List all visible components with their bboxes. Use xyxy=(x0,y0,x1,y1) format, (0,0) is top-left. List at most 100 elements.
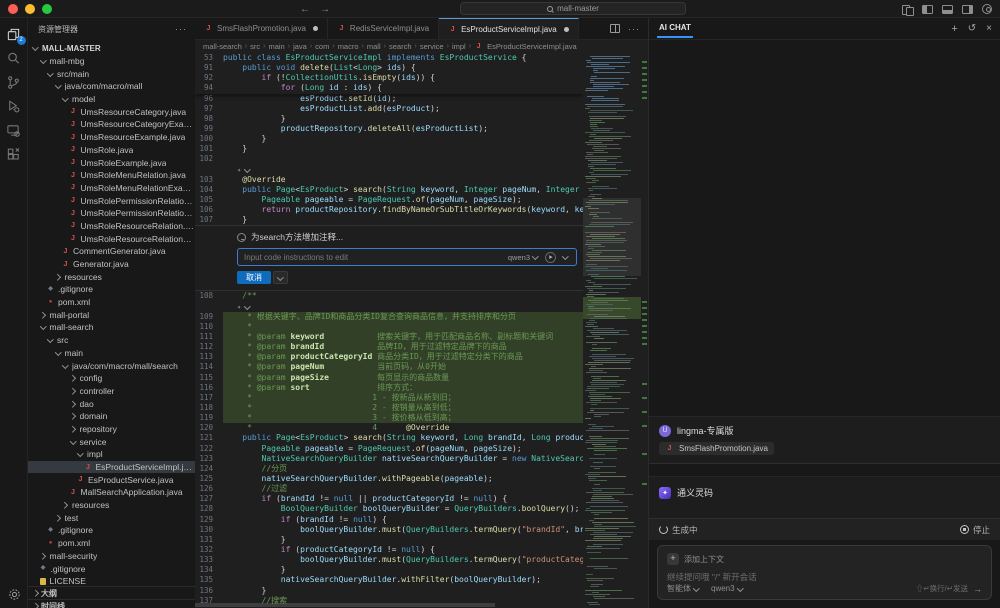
tree-item[interactable]: ◆.gitignore xyxy=(28,283,195,296)
chat-input-box[interactable]: + 添加上下文 继续提问哦 "/" 新开会话 智能体 qwen3 ⇧↵换行/↵发… xyxy=(657,545,992,600)
tree-item[interactable]: config xyxy=(28,372,195,385)
breadcrumb-item[interactable]: service xyxy=(420,42,444,51)
nav-forward-icon[interactable]: → xyxy=(320,4,330,15)
tree-item[interactable]: ◆.gitignore xyxy=(28,562,195,575)
editor-tab[interactable]: JSmsFlashPromotion.java xyxy=(195,18,328,39)
attached-file-chip[interactable]: J SmsFlashPromotion.java xyxy=(659,442,774,455)
tree-item[interactable]: java/com/macro/mall/search xyxy=(28,359,195,372)
breadcrumb-item[interactable]: macro xyxy=(338,42,359,51)
tree-item[interactable]: service xyxy=(28,435,195,448)
tree-item[interactable]: JUmsRoleMenuRelation.java xyxy=(28,169,195,182)
editor-tab[interactable]: JRedisServiceImpl.java xyxy=(328,18,439,39)
tree-item[interactable]: JUmsResourceExample.java xyxy=(28,131,195,144)
tree-item[interactable]: MALL-MASTER xyxy=(28,42,195,55)
tree-item[interactable]: mall-search xyxy=(28,321,195,334)
tree-item[interactable]: resources xyxy=(28,270,195,283)
breadcrumb-item[interactable]: search xyxy=(389,42,412,51)
breadcrumb-item[interactable]: com xyxy=(315,42,329,51)
tree-item[interactable]: ◆.gitignore xyxy=(28,524,195,537)
inline-chat-model-select[interactable]: qwen3 xyxy=(508,253,540,262)
tree-item[interactable]: controller xyxy=(28,385,195,398)
tree-item[interactable]: test xyxy=(28,511,195,524)
tree-item[interactable]: mall-mbg xyxy=(28,55,195,68)
explorer-more-actions-icon[interactable]: ··· xyxy=(175,24,187,34)
source-control-icon[interactable] xyxy=(0,70,28,94)
cancel-dropdown-button[interactable] xyxy=(273,271,288,284)
timeline-section-header[interactable]: 时间线 xyxy=(28,599,195,608)
maximize-window-button[interactable] xyxy=(42,4,52,14)
sparkle-hint-icon[interactable]: ✦ xyxy=(237,165,252,175)
tree-item[interactable]: JEsProductServiceImpl.java xyxy=(28,461,195,474)
send-icon[interactable]: → xyxy=(973,584,982,594)
close-window-button[interactable] xyxy=(8,4,18,14)
inline-chat-input[interactable]: Input code instructions to edit qwen3 ➤ xyxy=(237,248,577,266)
tree-item[interactable]: JUmsRolePermissionRelation.java xyxy=(28,194,195,207)
history-icon[interactable]: ↺ xyxy=(968,23,976,34)
tree-item[interactable]: JUmsResourceCategory.java xyxy=(28,105,195,118)
tree-item[interactable]: mall-portal xyxy=(28,308,195,321)
tree-item[interactable]: resources xyxy=(28,499,195,512)
agent-select[interactable]: 智能体 xyxy=(667,583,701,594)
editor-tab[interactable]: JEsProductServiceImpl.java xyxy=(439,18,579,39)
add-context-button[interactable]: + 添加上下文 xyxy=(667,553,982,565)
cancel-button[interactable]: 取消 xyxy=(237,271,271,284)
outline-section-header[interactable]: 大纲 xyxy=(28,586,195,599)
account-icon[interactable] xyxy=(982,4,992,14)
breadcrumb-item[interactable]: impl xyxy=(452,42,466,51)
settings-gear-icon[interactable] xyxy=(0,587,28,602)
toggle-sidebar-left-icon[interactable] xyxy=(922,5,933,14)
new-chat-icon[interactable]: + xyxy=(951,23,957,35)
breadcrumb[interactable]: mall-search›src›main›java›com›macro›mall… xyxy=(195,40,648,53)
command-center-search[interactable]: mall-master xyxy=(460,2,686,15)
tree-item[interactable]: JGenerator.java xyxy=(28,258,195,271)
breadcrumb-item[interactable]: EsProductServiceImpl.java xyxy=(487,42,577,51)
ai-chat-tab[interactable]: AI CHAT xyxy=(657,19,693,38)
minimap[interactable] xyxy=(583,53,641,608)
search-view-icon[interactable] xyxy=(0,46,28,70)
breadcrumb-item[interactable]: src xyxy=(250,42,260,51)
tree-item[interactable]: java/com/macro/mall xyxy=(28,80,195,93)
extensions-icon[interactable] xyxy=(0,142,28,166)
tree-item[interactable]: JMallSearchApplication.java xyxy=(28,486,195,499)
close-panel-icon[interactable]: × xyxy=(986,23,992,34)
horizontal-scrollbar[interactable] xyxy=(195,603,495,607)
tree-item[interactable]: ●pom.xml xyxy=(28,537,195,550)
tree-item[interactable]: model xyxy=(28,93,195,106)
tree-item[interactable]: JEsProductService.java xyxy=(28,473,195,486)
tree-item[interactable]: JUmsRole.java xyxy=(28,144,195,157)
explorer-icon[interactable]: 2 xyxy=(0,22,28,46)
breadcrumb-item[interactable]: java xyxy=(293,42,307,51)
tree-item[interactable]: JUmsRoleExample.java xyxy=(28,156,195,169)
tree-item[interactable]: src xyxy=(28,334,195,347)
nav-back-icon[interactable]: ← xyxy=(300,4,310,15)
split-editor-icon[interactable] xyxy=(610,24,620,33)
tree-item[interactable]: JUmsRoleResourceRelationExample.j... xyxy=(28,232,195,245)
tree-item[interactable]: dao xyxy=(28,397,195,410)
minimize-window-button[interactable] xyxy=(25,4,35,14)
tree-item[interactable]: repository xyxy=(28,423,195,436)
run-debug-icon[interactable] xyxy=(0,94,28,118)
inline-chat-send-dropdown-icon[interactable] xyxy=(561,253,570,262)
tree-item[interactable]: JUmsRolePermissionRelationExample... xyxy=(28,207,195,220)
tree-item[interactable]: JCommentGenerator.java xyxy=(28,245,195,258)
sparkle-hint-icon[interactable]: ✦ xyxy=(237,302,252,312)
toggle-sidebar-right-icon[interactable] xyxy=(962,5,973,14)
breadcrumb-item[interactable]: mall xyxy=(367,42,381,51)
editor-more-actions-icon[interactable]: ··· xyxy=(628,24,640,34)
tree-item[interactable]: domain xyxy=(28,410,195,423)
tree-item[interactable]: impl xyxy=(28,448,195,461)
tree-item[interactable]: JUmsResourceCategoryExample.java xyxy=(28,118,195,131)
tree-item[interactable]: main xyxy=(28,347,195,360)
tree-item[interactable]: ●pom.xml xyxy=(28,296,195,309)
tree-item[interactable]: mall-security xyxy=(28,550,195,563)
inline-chat-send-icon[interactable]: ➤ xyxy=(545,252,556,263)
stop-button[interactable]: 停止 xyxy=(960,524,990,536)
tree-item[interactable]: JUmsRoleResourceRelation.java xyxy=(28,220,195,233)
tree-item[interactable]: JUmsRoleMenuRelationExample.java xyxy=(28,182,195,195)
toggle-panel-icon[interactable] xyxy=(942,5,953,14)
tree-item[interactable]: src/main xyxy=(28,67,195,80)
breadcrumb-item[interactable]: main xyxy=(268,42,284,51)
remote-explorer-icon[interactable] xyxy=(0,118,28,142)
breadcrumb-item[interactable]: mall-search xyxy=(203,42,242,51)
model-select[interactable]: qwen3 xyxy=(711,584,745,593)
